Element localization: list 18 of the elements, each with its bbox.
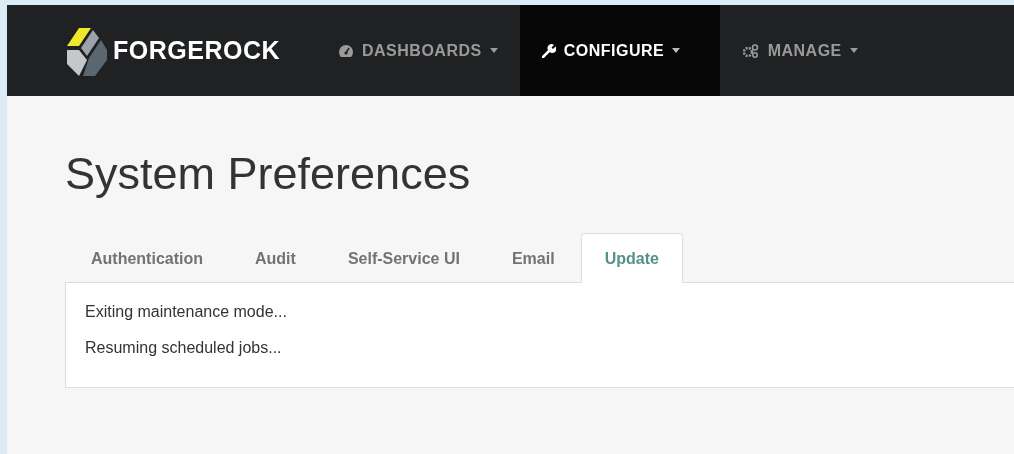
- wrench-icon: [541, 43, 556, 58]
- dashboard-icon: [338, 43, 354, 58]
- nav-menu[interactable]: MANAGE: [719, 5, 880, 96]
- status-message: Exiting maintenance mode...: [85, 303, 288, 321]
- brand-name: FORGEROCK: [113, 36, 280, 65]
- caret-icon: [672, 48, 681, 53]
- tab[interactable]: Audit: [229, 233, 322, 283]
- gears-icon: [741, 43, 760, 58]
- page-title: System Preferences: [64, 147, 472, 201]
- status-message: Resuming scheduled jobs...: [85, 339, 283, 357]
- nav-menu[interactable]: CONFIGURE: [519, 5, 720, 96]
- tab[interactable]: Authentication: [65, 233, 229, 283]
- tab[interactable]: Update: [580, 233, 683, 283]
- caret-icon: [849, 48, 858, 53]
- caret-icon: [489, 48, 498, 53]
- nav-menu[interactable]: DASHBOARDS: [316, 5, 520, 96]
- tab[interactable]: Self-Service UI: [321, 233, 486, 283]
- tab[interactable]: Email: [485, 233, 581, 283]
